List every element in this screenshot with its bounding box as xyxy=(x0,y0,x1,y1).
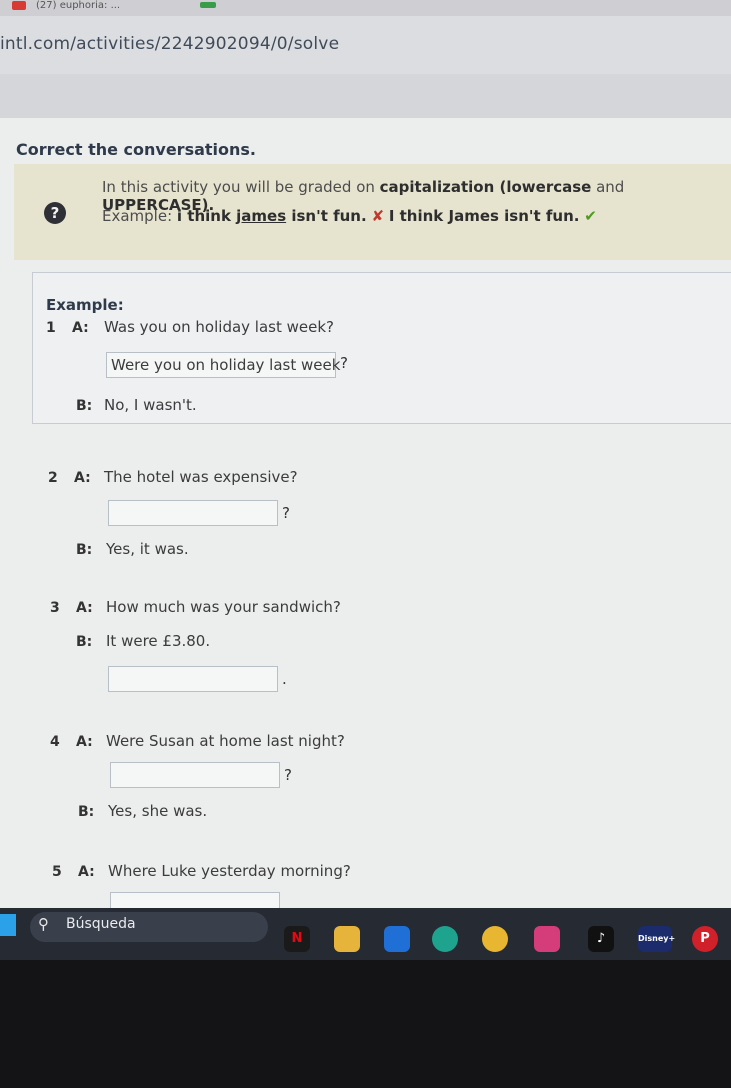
check-icon: ✔ xyxy=(584,207,597,225)
item-number: 5 xyxy=(52,864,62,880)
extension-icon[interactable] xyxy=(200,2,216,8)
speaker-a-line: Were Susan at home last night? xyxy=(106,732,345,750)
correct-example: I think James isn't fun. xyxy=(388,207,580,225)
speaker-b-line: Yes, it was. xyxy=(106,540,189,558)
answer-input-5[interactable] xyxy=(110,892,280,908)
chrome-icon[interactable] xyxy=(482,926,508,952)
answer-field-example: Were you on holiday last week xyxy=(106,352,340,378)
speaker-b-label: B: xyxy=(76,634,93,650)
wrong-example: isn't fun. xyxy=(286,207,367,225)
youtube-icon xyxy=(12,1,26,10)
speaker-a-line: How much was your sandwich? xyxy=(106,598,341,616)
answer-punctuation: ? xyxy=(284,766,292,784)
page-header-band xyxy=(0,74,731,118)
note-example-label: Example: xyxy=(102,207,177,225)
edge-icon[interactable] xyxy=(432,926,458,952)
speaker-b-line: Yes, she was. xyxy=(108,802,208,820)
pinterest-icon[interactable]: P xyxy=(692,926,718,952)
example-heading: Example: xyxy=(46,296,124,314)
instagram-icon[interactable] xyxy=(534,926,560,952)
store-icon[interactable] xyxy=(384,926,410,952)
folder-icon[interactable] xyxy=(334,926,360,952)
disney-icon[interactable]: Disney+ xyxy=(638,926,675,952)
speaker-b-label: B: xyxy=(78,804,95,820)
speaker-a-label: A: xyxy=(78,864,95,880)
search-icon: ⚲ xyxy=(38,915,49,933)
taskbar-search-label: Búsqueda xyxy=(66,916,136,932)
help-icon: ? xyxy=(44,202,66,224)
item-number: 3 xyxy=(50,600,60,616)
note-text: In this activity you will be graded on xyxy=(102,178,380,196)
url-text[interactable]: intl.com/activities/2242902094/0/solve xyxy=(0,34,339,54)
speaker-a-label: A: xyxy=(76,600,93,616)
answer-punctuation: . xyxy=(282,670,287,688)
speaker-b-label: B: xyxy=(76,398,93,414)
note-text: and xyxy=(591,178,625,196)
monitor-bezel xyxy=(0,960,731,1088)
item-number: 4 xyxy=(50,734,60,750)
answer-input-4[interactable] xyxy=(110,762,280,788)
tiktok-icon[interactable]: ♪ xyxy=(588,926,614,952)
wrong-example: i think xyxy=(176,207,237,225)
speaker-b-line: It were £3.80. xyxy=(106,632,211,650)
speaker-a-line: The hotel was expensive? xyxy=(104,468,298,486)
speaker-a-line: Was you on holiday last week? xyxy=(104,318,335,336)
item-number: 2 xyxy=(48,470,58,486)
speaker-b-label: B: xyxy=(76,542,93,558)
speaker-a-label: A: xyxy=(72,320,89,336)
answer-input-3[interactable] xyxy=(108,666,278,692)
tab-title[interactable]: (27) euphoria: ... xyxy=(36,0,120,11)
answer-punctuation: ? xyxy=(340,354,348,372)
note-bold-text: capitalization (lowercase xyxy=(379,178,592,196)
netflix-icon[interactable]: N xyxy=(284,926,310,952)
answer-input-2[interactable] xyxy=(108,500,278,526)
speaker-a-label: A: xyxy=(74,470,91,486)
answer-punctuation: ? xyxy=(282,504,290,522)
speaker-a-line: Where Luke yesterday morning? xyxy=(108,862,351,880)
windows-start-icon[interactable] xyxy=(0,914,16,936)
wrong-example-highlight: james xyxy=(236,207,287,225)
item-number: 1 xyxy=(46,320,56,336)
speaker-b-line: No, I wasn't. xyxy=(104,396,197,414)
note-line-2: Example: i think james isn't fun. ✘ I th… xyxy=(102,207,597,225)
speaker-a-label: A: xyxy=(76,734,93,750)
instructions-title: Correct the conversations. xyxy=(16,140,257,159)
cross-icon: ✘ xyxy=(371,207,385,225)
